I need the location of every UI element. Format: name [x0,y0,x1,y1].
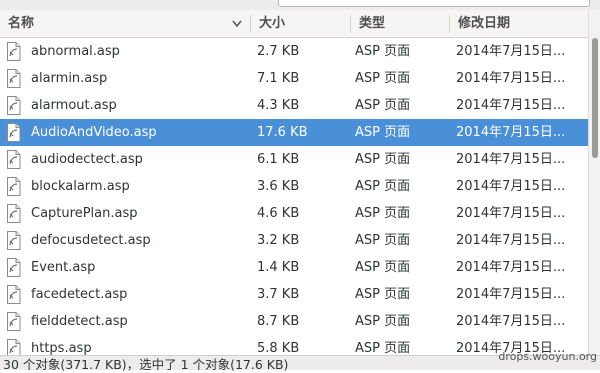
file-row[interactable]: CapturePlan.asp 4.6 KB ASP 页面 2014年7月15日... [0,200,588,227]
column-separator[interactable] [350,15,351,33]
file-date: 2014年7月15日... [456,233,566,248]
file-icon [6,69,21,88]
file-date: 2014年7月15日... [456,125,566,140]
column-date-label: 修改日期 [458,16,511,31]
file-type: ASP 页面 [355,98,411,113]
file-name: abnormal.asp [31,44,120,59]
vertical-scrollbar[interactable] [588,10,600,355]
file-size: 3.2 KB [257,233,300,248]
file-row[interactable]: alarmout.asp 4.3 KB ASP 页面 2014年7月15日... [0,92,588,119]
file-type: ASP 页面 [355,44,411,59]
file-row[interactable]: defocusdetect.asp 3.2 KB ASP 页面 2014年7月15日.… [0,227,588,254]
file-row[interactable]: blockalarm.asp 3.6 KB ASP 页面 2014年7月15日... [0,173,588,200]
file-row[interactable]: audiodectect.asp 6.1 KB ASP 页面 2014年7月15日..… [0,146,588,173]
column-type-header[interactable]: 类型 [359,10,449,37]
file-size: 3.6 KB [257,179,300,194]
file-type: ASP 页面 [355,206,411,221]
file-row[interactable]: facedetect.asp 3.7 KB ASP 页面 2014年7月15日... [0,281,588,308]
file-date: 2014年7月15日... [456,98,566,113]
file-name: alarmin.asp [31,71,108,86]
file-name: blockalarm.asp [31,179,130,194]
column-date-header[interactable]: 修改日期 [458,10,586,37]
file-icon [6,258,21,277]
file-size: 4.3 KB [257,98,300,113]
file-name: facedetect.asp [31,287,128,302]
column-size-label: 大小 [259,16,286,31]
column-name-label: 名称 [8,16,35,31]
file-name: Event.asp [31,260,96,275]
file-type: ASP 页面 [355,233,411,248]
file-size: 4.6 KB [257,206,300,221]
file-name: AudioAndVideo.asp [31,125,157,140]
location-field[interactable] [278,0,590,7]
status-text: 30 个对象(371.7 KB)，选中了 1 个对象(17.6 KB) [3,357,289,372]
file-name: alarmout.asp [31,98,117,113]
file-date: 2014年7月15日... [456,44,566,59]
file-size: 8.7 KB [257,314,300,329]
column-separator[interactable] [449,15,450,33]
file-type: ASP 页面 [355,314,411,329]
file-icon [6,285,21,304]
file-date: 2014年7月15日... [456,206,566,221]
file-row[interactable]: abnormal.asp 2.7 KB ASP 页面 2014年7月15日... [0,38,588,65]
file-size: 6.1 KB [257,152,300,167]
file-icon [6,312,21,331]
file-type: ASP 页面 [355,125,411,140]
file-date: 2014年7月15日... [456,71,566,86]
file-row[interactable]: alarmin.asp 7.1 KB ASP 页面 2014年7月15日... [0,65,588,92]
file-icon [6,177,21,196]
file-icon [6,150,21,169]
file-date: 2014年7月15日... [456,260,566,275]
scrollbar-thumb[interactable] [592,38,598,158]
file-name: fielddetect.asp [31,314,128,329]
file-icon [6,42,21,61]
file-date: 2014年7月15日... [456,287,566,302]
file-row[interactable]: fielddetect.asp 8.7 KB ASP 页面 2014年7月15日... [0,308,588,335]
file-size: 1.4 KB [257,260,300,275]
column-header: 名称 大小 类型 修改日期 [0,10,588,38]
file-date: 2014年7月15日... [456,152,566,167]
file-icon [6,96,21,115]
file-row[interactable]: AudioAndVideo.asp 17.6 KB ASP 页面 2014年7月15日… [0,119,588,146]
file-type: ASP 页面 [355,287,411,302]
file-size: 3.7 KB [257,287,300,302]
watermark-text: drops.wooyun.org [498,350,597,363]
file-type: ASP 页面 [355,71,411,86]
column-separator[interactable] [250,15,251,33]
file-size: 17.6 KB [257,125,308,140]
file-name: CapturePlan.asp [31,206,138,221]
file-date: 2014年7月15日... [456,314,566,329]
file-icon [6,204,21,223]
file-row[interactable]: Event.asp 1.4 KB ASP 页面 2014年7月15日... [0,254,588,281]
file-name: audiodectect.asp [31,152,143,167]
column-size-header[interactable]: 大小 [259,10,347,37]
file-date: 2014年7月15日... [456,179,566,194]
file-type: ASP 页面 [355,179,411,194]
file-size: 2.7 KB [257,44,300,59]
file-icon [6,231,21,250]
toolbar-strip [0,0,600,10]
file-type: ASP 页面 [355,260,411,275]
file-size: 7.1 KB [257,71,300,86]
file-icon [6,123,21,142]
file-type: ASP 页面 [355,152,411,167]
file-name: defocusdetect.asp [31,233,151,248]
column-type-label: 类型 [359,16,386,31]
column-name-header[interactable]: 名称 [8,10,248,37]
